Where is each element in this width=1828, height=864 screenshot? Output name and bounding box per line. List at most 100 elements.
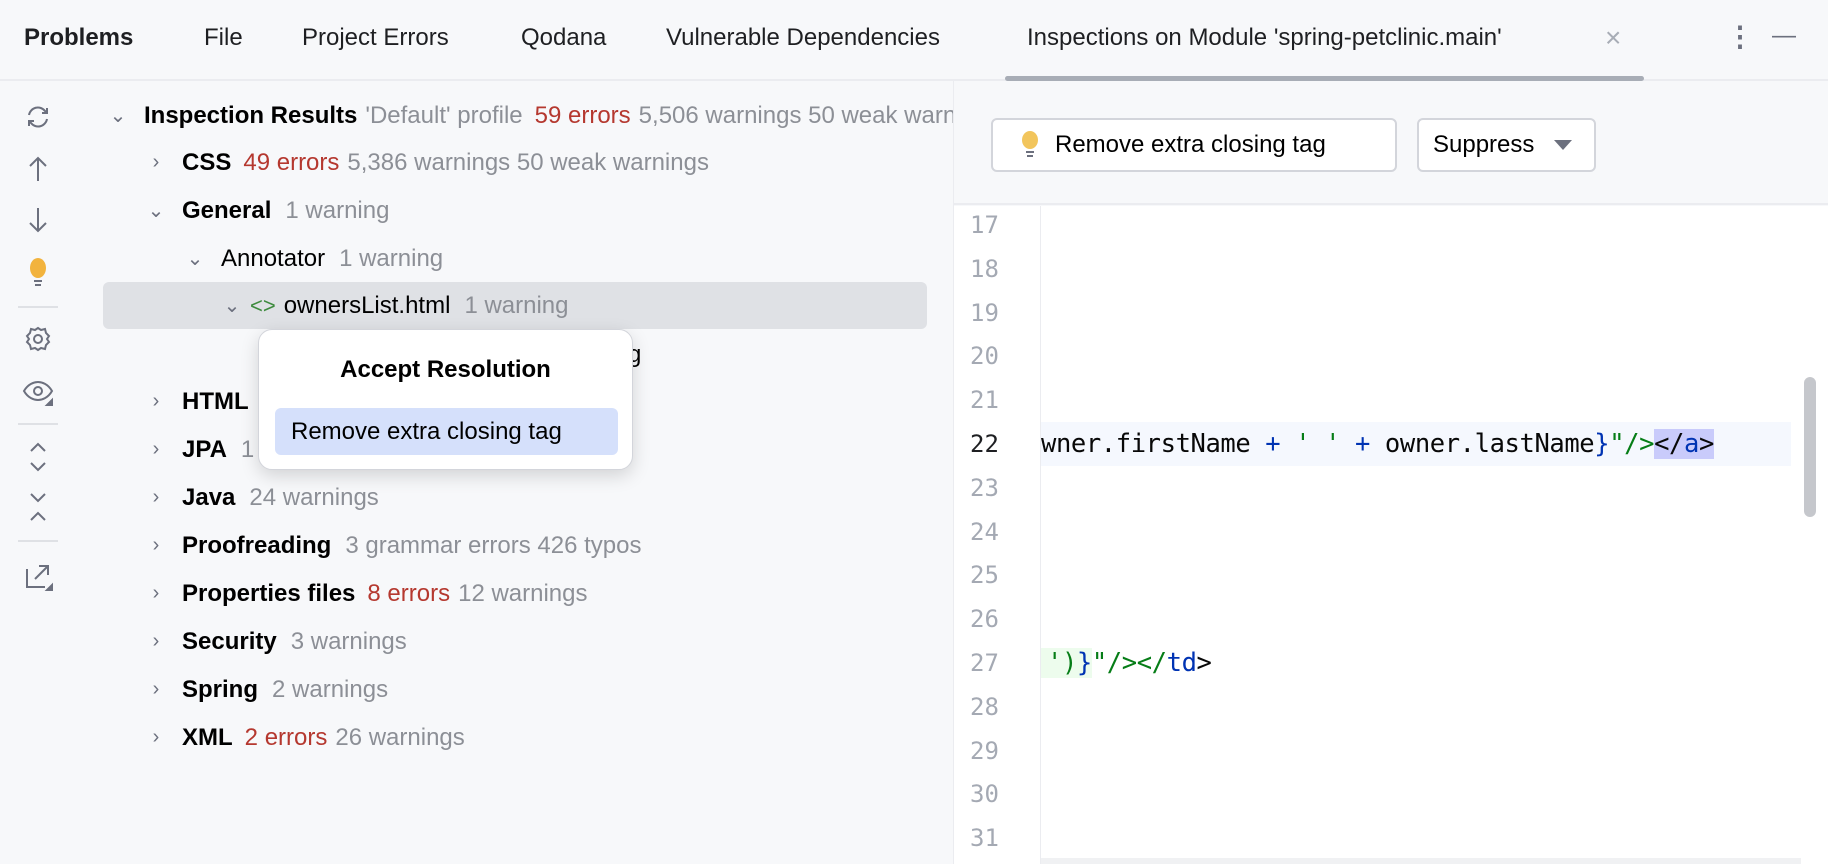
dropdown-arrow-icon	[1554, 140, 1573, 150]
next-problem-icon[interactable]	[20, 202, 56, 238]
warning-count: 1 warning	[339, 244, 444, 272]
warning-count: 1 warning	[464, 291, 569, 319]
chevron-right-icon[interactable]: ›	[144, 678, 168, 701]
tree-node-spring[interactable]: › Spring 2 warnings	[144, 666, 388, 713]
tab-qodana[interactable]: Qodana	[521, 24, 606, 52]
tree-node-jpa[interactable]: › JPA 1	[144, 426, 255, 473]
code-token: }	[1076, 648, 1092, 678]
tool-window-header: Problems File Project Errors Qodana Vuln…	[0, 0, 1828, 81]
chevron-right-icon[interactable]: ›	[144, 390, 168, 413]
toolbar-divider	[18, 306, 58, 308]
warning-count: 1	[240, 435, 255, 463]
chevron-right-icon[interactable]: ›	[144, 630, 168, 653]
tree-node-owners-list[interactable]: ⌄ <> ownersList.html 1 warning	[220, 282, 569, 329]
code-token: wner.firstName	[1041, 429, 1266, 459]
tree-node-security[interactable]: › Security 3 warnings	[144, 618, 407, 665]
lightbulb-icon	[1022, 131, 1038, 157]
html-file-icon: <>	[250, 292, 276, 318]
quick-fix-toolbar: Remove extra closing tag Suppress	[954, 81, 1828, 205]
toolbar-divider	[18, 423, 58, 425]
warning-count: 12 warnings	[458, 579, 588, 607]
line-number: 20	[970, 342, 999, 371]
node-label: Annotator	[221, 244, 326, 272]
line-number: 21	[970, 386, 999, 415]
tab-project-errors[interactable]: Project Errors	[302, 24, 449, 52]
problems-title: Problems	[24, 24, 134, 51]
node-label: Properties files	[182, 579, 356, 607]
tree-node-properties-files[interactable]: › Properties files 8 errors 12 warnings	[144, 570, 588, 617]
tree-node-css[interactable]: › CSS 49 errors 5,386 warnings 50 weak w…	[144, 139, 709, 186]
close-tab-icon[interactable]: ×	[1605, 22, 1621, 54]
expand-all-icon[interactable]	[20, 439, 56, 475]
export-icon[interactable]	[20, 558, 56, 594]
rerun-icon[interactable]	[20, 99, 56, 135]
code-token: "/>	[1609, 429, 1655, 459]
tab-inspections-module[interactable]: Inspections on Module 'spring-petclinic.…	[1027, 24, 1502, 52]
left-toolbar	[0, 81, 76, 864]
code-token: +	[1265, 429, 1281, 459]
line-number: 31	[970, 824, 999, 853]
chevron-right-icon[interactable]: ›	[144, 534, 168, 557]
vertical-scrollbar[interactable]	[1804, 377, 1816, 517]
line-number: 22	[970, 430, 999, 458]
tree-node-proofreading[interactable]: › Proofreading 3 grammar errors 426 typo…	[144, 522, 642, 569]
error-count: 49 errors	[243, 148, 340, 176]
chevron-down-icon[interactable]: ⌄	[106, 103, 130, 128]
code-token: }	[1594, 429, 1610, 459]
accept-resolution-popup: Accept Resolution Remove extra closing t…	[258, 329, 633, 470]
warning-count: 24 warnings	[249, 483, 379, 511]
chevron-right-icon[interactable]: ›	[144, 582, 168, 605]
settings-gear-icon[interactable]	[20, 321, 56, 357]
warning-count: 3 warnings	[290, 627, 407, 655]
code-token: a	[1683, 429, 1699, 459]
tree-node-annotator[interactable]: ⌄ Annotator 1 warning	[183, 235, 444, 282]
node-label: General	[182, 196, 272, 224]
chevron-down-icon[interactable]: ⌄	[183, 246, 207, 271]
code-token: >	[1698, 429, 1714, 459]
node-label: Proofreading	[182, 531, 332, 559]
collapse-all-icon[interactable]	[20, 489, 56, 525]
minimize-icon[interactable]: —	[1772, 22, 1796, 50]
code-editor-preview[interactable]: 17 18 19 20 21 22 23 24 25 26 27 28 29 30 31 wner.firs…	[954, 206, 1828, 864]
node-label: Spring	[182, 675, 258, 703]
chevron-right-icon[interactable]: ›	[144, 726, 168, 749]
tree-node-xml[interactable]: › XML 2 errors 26 warnings	[144, 714, 465, 761]
chevron-down-icon[interactable]: ⌄	[220, 293, 244, 318]
tree-node-inspection-results[interactable]: ⌄ Inspection Results 'Default' profile 5…	[106, 92, 953, 139]
node-label: Security	[182, 627, 277, 655]
horizontal-scrollbar[interactable]	[1041, 858, 1801, 864]
error-count: 2 errors	[244, 723, 328, 751]
remove-extra-closing-tag-button[interactable]: Remove extra closing tag	[991, 118, 1397, 172]
chevron-right-icon[interactable]: ›	[144, 486, 168, 509]
error-count: 59 errors	[534, 101, 631, 129]
tree-node-java[interactable]: › Java 24 warnings	[144, 474, 379, 521]
chevron-right-icon[interactable]: ›	[144, 438, 168, 461]
line-number: 29	[970, 736, 999, 765]
code-token: +	[1355, 429, 1370, 459]
tab-file[interactable]: File	[204, 24, 243, 52]
inspection-results-tree: ⌄ Inspection Results 'Default' profile 5…	[76, 81, 953, 864]
code-token: ')	[1041, 648, 1077, 678]
node-label: ownersList.html	[283, 291, 451, 319]
remove-extra-closing-tag-option[interactable]: Remove extra closing tag	[275, 408, 618, 455]
node-label: HTML	[182, 387, 249, 415]
view-options-eye-icon[interactable]	[20, 374, 56, 410]
code-line-27: ')}"/></td>	[1041, 647, 1212, 679]
tab-vulnerable-dependencies[interactable]: Vulnerable Dependencies	[666, 24, 940, 52]
more-options-icon[interactable]: ⋮	[1726, 20, 1754, 53]
toolbar-divider	[18, 540, 58, 542]
suppress-dropdown[interactable]: Suppress	[1417, 118, 1596, 172]
tree-node-general[interactable]: ⌄ General 1 warning	[144, 187, 390, 234]
warning-count: 5,386 warnings 50 weak warnings	[347, 148, 709, 176]
code-token: ' '	[1280, 429, 1356, 459]
chevron-down-icon[interactable]: ⌄	[144, 198, 168, 223]
line-number: 26	[970, 605, 999, 634]
chevron-right-icon[interactable]: ›	[144, 151, 168, 174]
tree-node-html[interactable]: › HTML	[144, 378, 249, 425]
lightbulb-icon[interactable]	[20, 255, 56, 291]
line-number: 30	[970, 780, 999, 809]
node-label: Java	[182, 483, 236, 511]
previous-problem-icon[interactable]	[20, 151, 56, 187]
line-number: 19	[970, 298, 999, 327]
code-token: td	[1166, 648, 1197, 678]
